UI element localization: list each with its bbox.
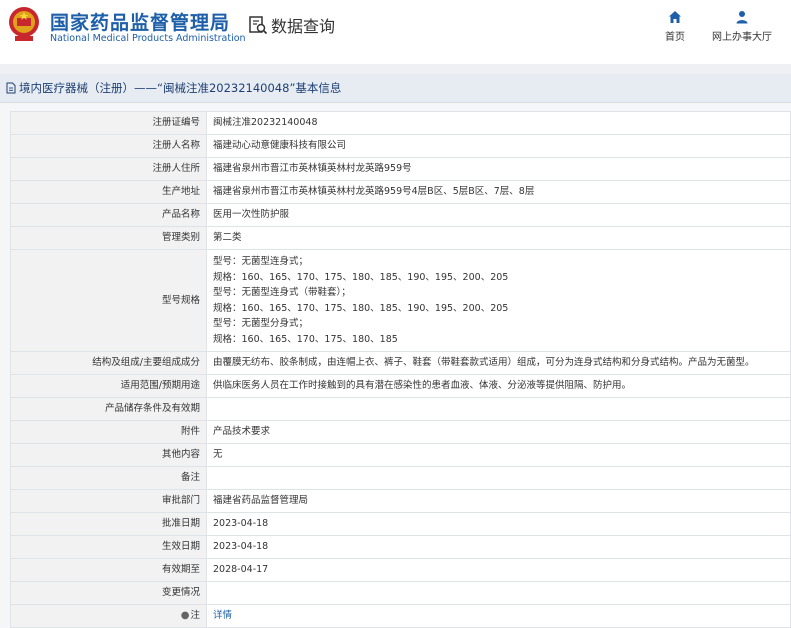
model-spec-line: 规格：160、165、170、175、180、185、190、195、200、2… [213,302,509,314]
row-label: 适用范围/预期用途 [10,374,207,398]
document-icon [6,82,16,94]
row-value: 由覆膜无纺布、胶条制成，由连帽上衣、裤子、鞋套（带鞋套款式适用）组成，可分为连身… [206,351,791,375]
data-search-icon [249,16,268,35]
home-icon [669,11,681,23]
table-row-note: ●注 详情 [10,604,791,628]
table-row: 管理类别 第二类 [10,226,791,250]
model-spec-list: 型号：无菌型连身式； 规格：160、165、170、175、180、185、19… [206,249,791,352]
row-value [206,397,791,421]
record-title: 境内医疗器械（注册）——“闽械注准20232140048”基本信息 [19,81,342,95]
national-emblem-icon [9,7,39,41]
row-label: 生效日期 [10,535,207,559]
table-row: 备注 [10,466,791,490]
model-spec-line: 规格：160、165、170、175、180、185 [213,333,398,345]
row-value [206,581,791,605]
row-label: 结构及组成/主要组成成分 [10,351,207,375]
row-value: 供临床医务人员在工作时接触到的具有潜在感染性的患者血液、体液、分泌液等提供阻隔、… [206,374,791,398]
table-row: 注册人住所 福建省泉州市晋江市英林镇英林村龙英路959号 [10,157,791,181]
note-label-cell: ●注 [10,604,207,628]
model-spec-line: 型号：无菌型分身式； [213,318,309,329]
row-label: 注册人名称 [10,134,207,158]
table-row: 变更情况 [10,581,791,605]
nav-home[interactable]: 首页 [660,10,690,43]
user-icon [736,11,748,24]
row-value: 福建动心动意健康科技有限公司 [206,134,791,158]
table-row: 注册证编号 闽械注准20232140048 [10,111,791,135]
table-row: 生产地址 福建省泉州市晋江市英林镇英林村龙英路959号4层B区、5层B区、7层、… [10,180,791,204]
row-value: 2023-04-18 [206,535,791,559]
row-label: 注册证编号 [10,111,207,135]
row-value: 闽械注准20232140048 [206,111,791,135]
record-title-bar: 境内医疗器械（注册）——“闽械注准20232140048”基本信息 [0,74,791,103]
table-row: 批准日期 2023-04-18 [10,512,791,536]
row-label: 产品储存条件及有效期 [10,397,207,421]
row-label: 有效期至 [10,558,207,582]
table-row: 审批部门 福建省药品监督管理局 [10,489,791,513]
row-value: 医用一次性防护服 [206,203,791,227]
model-spec-line: 型号：无菌型连身式（带鞋套）； [213,287,351,298]
site-header: 国家药品监督管理局 National Medical Products Admi… [0,0,791,64]
row-value: 2023-04-18 [206,512,791,536]
row-value: 第二类 [206,226,791,250]
note-value-cell: 详情 [206,604,791,628]
table-row: 产品储存条件及有效期 [10,397,791,421]
section-title: 数据查询 [248,13,335,37]
site-name-cn: 国家药品监督管理局 [50,12,231,34]
row-label: 型号规格 [10,249,207,352]
row-label: 变更情况 [10,581,207,605]
table-row: 其他内容 无 [10,443,791,467]
row-label: 批准日期 [10,512,207,536]
row-value [206,466,791,490]
table-row-model-spec: 型号规格 型号：无菌型连身式； 规格：160、165、170、175、180、1… [10,249,791,352]
row-label: 管理类别 [10,226,207,250]
table-row: 产品名称 医用一次性防护服 [10,203,791,227]
model-spec-line: 规格：160、165、170、175、180、185、190、195、200、2… [213,271,509,283]
row-label: 生产地址 [10,180,207,204]
table-row: 生效日期 2023-04-18 [10,535,791,559]
row-label: 备注 [10,466,207,490]
row-value: 福建省泉州市晋江市英林镇英林村龙英路959号 [206,157,791,181]
row-value: 产品技术要求 [206,420,791,444]
row-value: 福建省泉州市晋江市英林镇英林村龙英路959号4层B区、5层B区、7层、8层 [206,180,791,204]
row-value: 福建省药品监督管理局 [206,489,791,513]
row-label: 附件 [10,420,207,444]
model-spec-line: 型号：无菌型连身式； [213,256,309,267]
details-link[interactable]: 详情 [213,610,232,621]
row-label: 注册人住所 [10,157,207,181]
row-label: 审批部门 [10,489,207,513]
table-row: 结构及组成/主要组成成分 由覆膜无纺布、胶条制成，由连帽上衣、裤子、鞋套（带鞋套… [10,351,791,375]
site-name-en: National Medical Products Administration [50,33,246,44]
table-row: 注册人名称 福建动心动意健康科技有限公司 [10,134,791,158]
nav-home-label: 首页 [665,32,685,43]
row-label: 产品名称 [10,203,207,227]
nav-online-office[interactable]: 网上办事大厅 [708,10,776,43]
row-value: 无 [206,443,791,467]
nav-online-office-label: 网上办事大厅 [712,32,772,43]
table-row: 适用范围/预期用途 供临床医务人员在工作时接触到的具有潜在感染性的患者血液、体液… [10,374,791,398]
table-row: 有效期至 2028-04-17 [10,558,791,582]
header-divider [0,64,791,74]
detail-table: 注册证编号 闽械注准20232140048 注册人名称 福建动心动意健康科技有限… [10,111,791,628]
table-row: 附件 产品技术要求 [10,420,791,444]
row-value: 2028-04-17 [206,558,791,582]
row-label: 其他内容 [10,443,207,467]
section-title-text: 数据查询 [271,17,336,36]
row-label: 注 [190,610,200,622]
location-pin-icon: ● [180,610,190,622]
